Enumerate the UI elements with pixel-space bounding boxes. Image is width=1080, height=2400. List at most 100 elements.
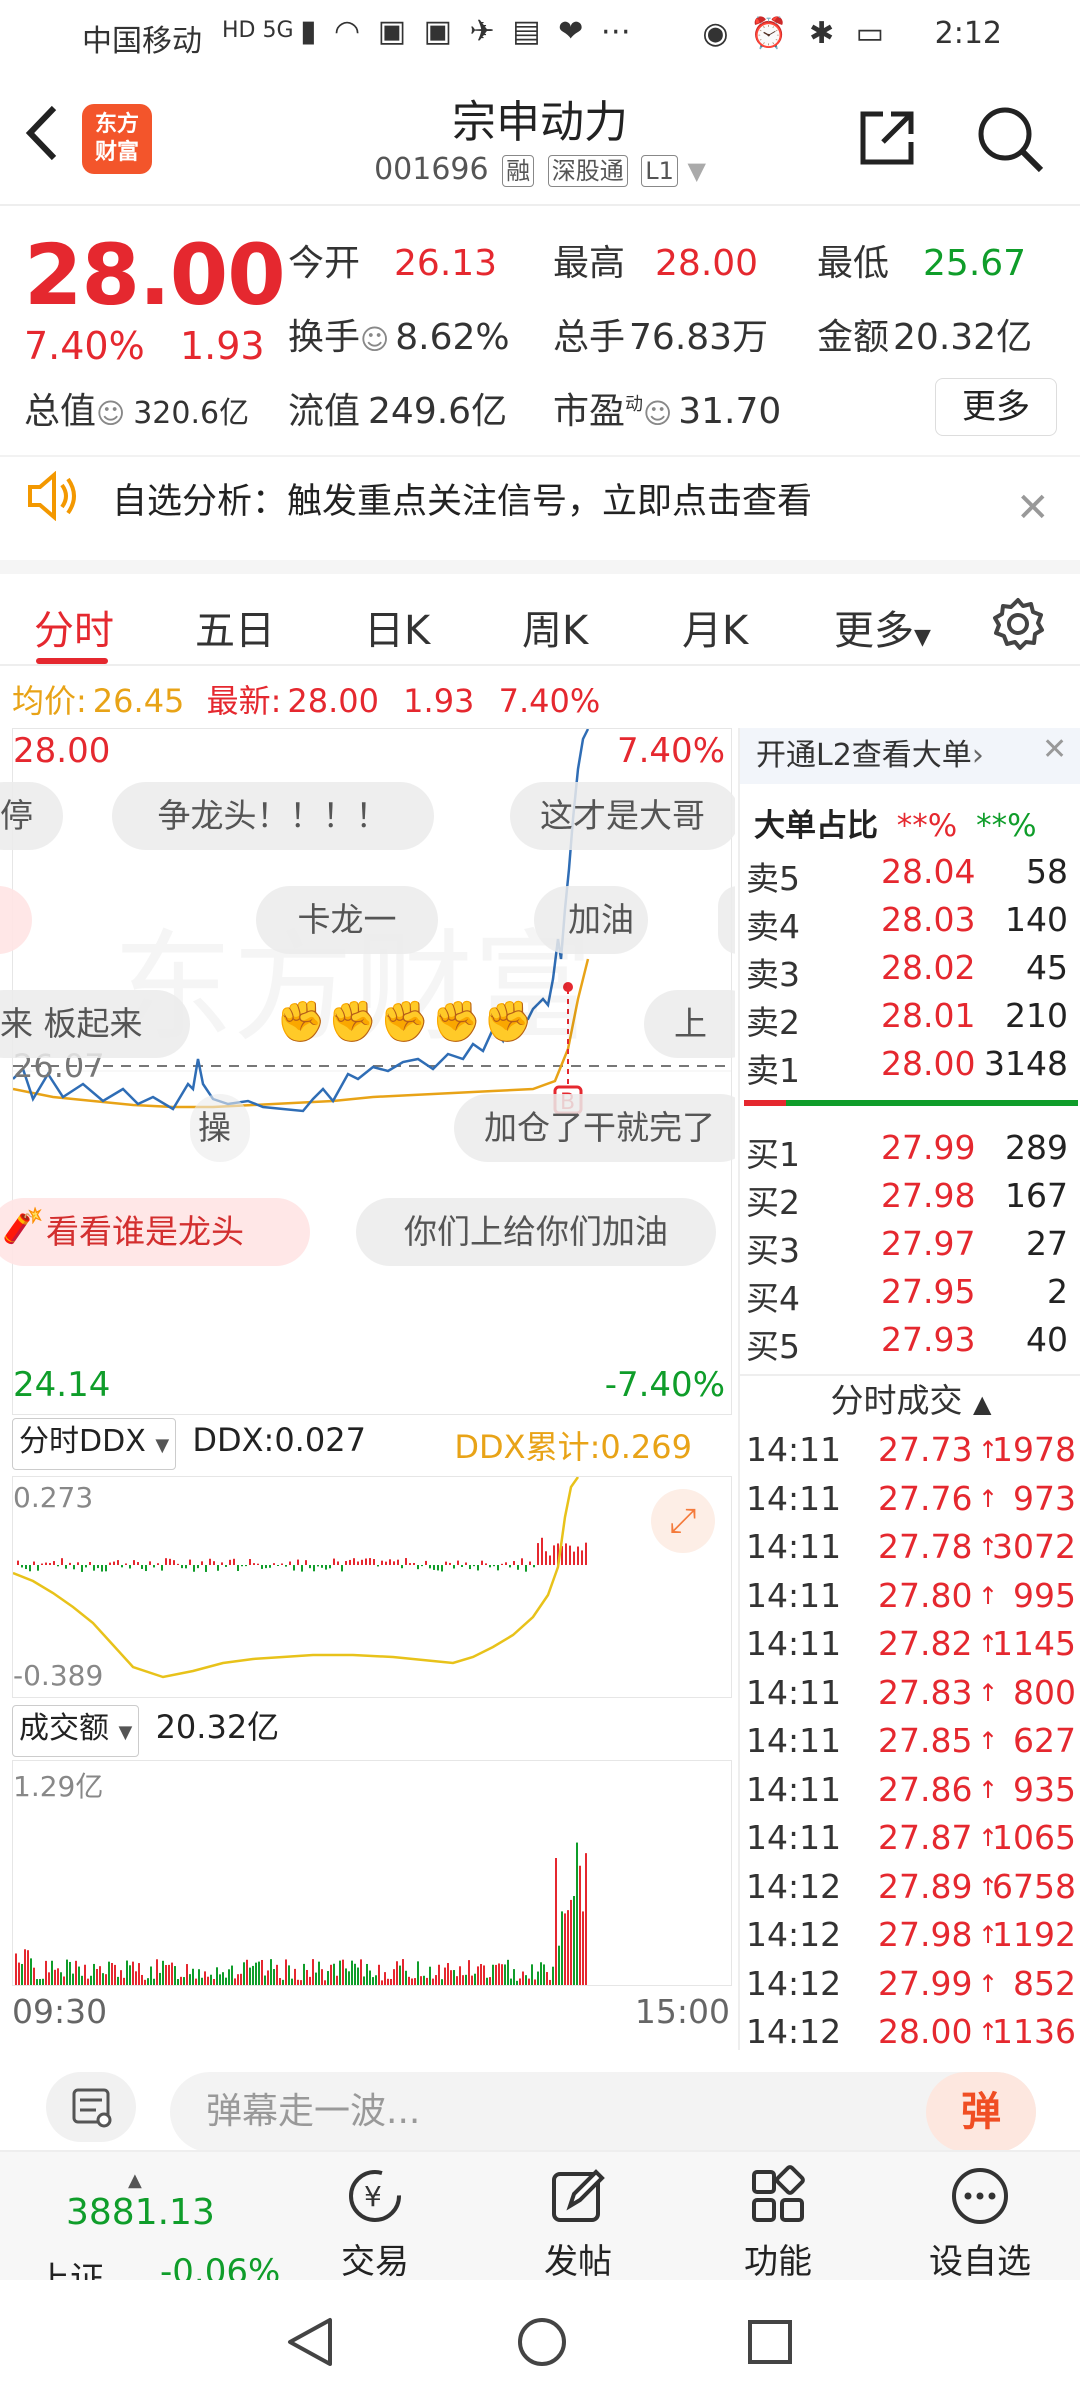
danmu-input[interactable]: 弹幕走一波... <box>170 2072 1036 2152</box>
ask-label: 卖1 <box>746 1051 800 1090</box>
ask-row[interactable]: 卖3 28.02 45 <box>746 948 1076 996</box>
volume-bar <box>126 1960 128 1985</box>
nav-post[interactable]: 发帖 <box>508 2164 648 2283</box>
ask-row[interactable]: 卖2 28.01 210 <box>746 996 1076 1044</box>
ddx-bar <box>509 1565 511 1568</box>
volume-bar <box>453 1970 455 1985</box>
info-icon[interactable]: ☺ <box>360 323 389 356</box>
gear-icon[interactable] <box>990 596 1046 652</box>
tab-daily-k[interactable]: 日K <box>364 598 430 656</box>
tick-trades-header[interactable]: 分时成交 ▲ <box>740 1374 1080 1424</box>
tick-volume: 995 <box>1013 1575 1076 1615</box>
tab-intraday[interactable]: 分时 <box>34 598 114 656</box>
ddx-bar <box>185 1565 187 1569</box>
recents-square-icon[interactable] <box>742 2314 798 2370</box>
volume-bar <box>381 1980 383 1985</box>
bid-row[interactable]: 买2 27.98 167 <box>746 1176 1076 1224</box>
volume-bar <box>387 1978 389 1985</box>
volume-bar <box>159 1972 161 1985</box>
analysis-banner[interactable]: 自选分析：触发重点关注信号，立即点击查看 ✕ <box>0 455 1080 560</box>
danmu-bubble[interactable]: 加油 <box>534 886 648 954</box>
bid-row[interactable]: 买4 27.95 2 <box>746 1272 1076 1320</box>
last-price: 28.00 <box>24 226 286 324</box>
danmu-bubble[interactable]: 你们上给你们加油 <box>356 1198 716 1266</box>
danmu-settings-icon[interactable] <box>46 2072 136 2142</box>
level-dropdown-icon[interactable]: ▼ <box>687 157 705 185</box>
tag-level[interactable]: L1 <box>641 155 678 187</box>
nav-trade[interactable]: ¥ 交易 <box>305 2164 445 2283</box>
volume-chart[interactable]: 1.29亿 <box>12 1760 732 1986</box>
danmu-bubble[interactable] <box>0 886 32 954</box>
close-icon[interactable]: ✕ <box>1016 485 1050 531</box>
volume-bar <box>426 1977 428 1985</box>
danmu-bubble[interactable]: 操 <box>190 1094 250 1162</box>
more-button[interactable]: 更多 <box>935 378 1057 436</box>
fist-icon: ✊ <box>327 999 380 1045</box>
volume-indicator-select[interactable]: 成交额 ▼ <box>12 1705 140 1757</box>
volume-bar <box>120 1970 122 1985</box>
back-triangle-icon[interactable] <box>282 2314 338 2370</box>
tab-weekly-k[interactable]: 周K <box>522 598 588 656</box>
tab-monthly-k[interactable]: 月K <box>682 598 748 656</box>
volume-bar <box>576 1842 578 1985</box>
ddx-bar <box>437 1565 439 1571</box>
home-circle-icon[interactable] <box>514 2314 570 2370</box>
danmu-bubble[interactable]: 争龙头！！！！ <box>112 782 434 850</box>
ddx-chart[interactable]: 0.273 -0.389 ⤢ <box>12 1476 732 1698</box>
ask-row[interactable]: 卖5 28.04 58 <box>746 852 1076 900</box>
info-icon[interactable]: ☺ <box>96 397 125 430</box>
danmu-bubble[interactable]: 加仓了干就完了 <box>454 1094 735 1162</box>
tick-row: 14:11 27.80 ↑ 995 <box>746 1576 1080 1624</box>
ask-row[interactable]: 卖4 28.03 140 <box>746 900 1076 948</box>
bid-row[interactable]: 买3 27.97 27 <box>746 1224 1076 1272</box>
ask-row[interactable]: 卖1 28.00 3148 <box>746 1044 1076 1092</box>
tab-more[interactable]: 更多▼ <box>834 598 931 656</box>
clock: 2:12 <box>934 16 1002 51</box>
ddx-bar <box>365 1558 367 1565</box>
tab-five-day[interactable]: 五日 <box>195 598 275 656</box>
ddx-bar <box>269 1565 271 1568</box>
danmu-bubble[interactable]: 停 <box>0 782 63 850</box>
share-icon[interactable] <box>855 106 919 170</box>
amount-field: 金额 20.32亿 <box>817 308 1032 360</box>
close-icon[interactable]: ✕ <box>1042 732 1067 767</box>
ddx-bar <box>177 1563 179 1565</box>
tick-price: 27.85 <box>878 1721 973 1760</box>
ask-volume: 58 <box>1026 852 1068 891</box>
danmu-bubble[interactable]: 卡龙一 <box>256 886 438 954</box>
bid-row[interactable]: 买5 27.93 40 <box>746 1320 1076 1368</box>
volume-bar <box>186 1964 188 1985</box>
tick-price: 27.89 <box>878 1866 973 1906</box>
ddx-bar <box>309 1565 311 1569</box>
arrow-up-icon: ↑ <box>978 1775 999 1804</box>
nav-add-watchlist[interactable]: 设自选 <box>910 2164 1050 2283</box>
search-icon[interactable] <box>975 104 1045 174</box>
expand-icon[interactable]: ⤢ <box>651 1489 715 1553</box>
volume-bar <box>72 1973 74 1985</box>
danmu-bubble[interactable]: 来 板起来 <box>0 990 190 1058</box>
danmu-bubble[interactable]: 这才是大哥 <box>510 782 735 850</box>
fist-icon: ✊ <box>379 999 432 1045</box>
ddx-bar <box>113 1561 115 1565</box>
fist-icon: ✊ <box>483 999 536 1045</box>
danmu-bubble[interactable]: 上 <box>644 990 735 1058</box>
open-value: 26.13 <box>394 243 498 284</box>
bid-row[interactable]: 买1 27.99 289 <box>746 1128 1076 1176</box>
volume-bar <box>531 1964 533 1985</box>
ask-volume: 45 <box>1026 948 1068 987</box>
volume-bar <box>342 1959 344 1985</box>
l2-upgrade-link[interactable]: 开通L2查看大单› <box>740 728 1080 784</box>
nav-functions[interactable]: 功能 <box>708 2164 848 2283</box>
volume-bar <box>192 1968 194 1985</box>
danmu-send-button[interactable]: 弹 <box>926 2072 1036 2152</box>
ddx-indicator-select[interactable]: 分时DDX ▼ <box>12 1418 177 1470</box>
nav-trade-label: 交易 <box>341 2242 409 2282</box>
quote-panel: 28.00 7.40% 1.93 今开 26.13 最高 28.00 最低 25.67… <box>0 206 1080 454</box>
danmu-bubble[interactable]: 看看谁是龙头 <box>0 1198 310 1266</box>
danmu-bubble[interactable] <box>718 886 735 954</box>
info-icon[interactable]: ☺ <box>643 397 672 430</box>
ddx-bar <box>345 1561 347 1565</box>
caret-up-icon: ▲ <box>128 2170 142 2191</box>
status-bar: 中国移动 HD 5G ▮ ◠ ▣ ▣ ✈ ▤ ❤ ⋯ ◉ ⏰ ✱ ▭ 2:12 <box>0 0 1080 70</box>
volume-bar <box>279 1978 281 1985</box>
